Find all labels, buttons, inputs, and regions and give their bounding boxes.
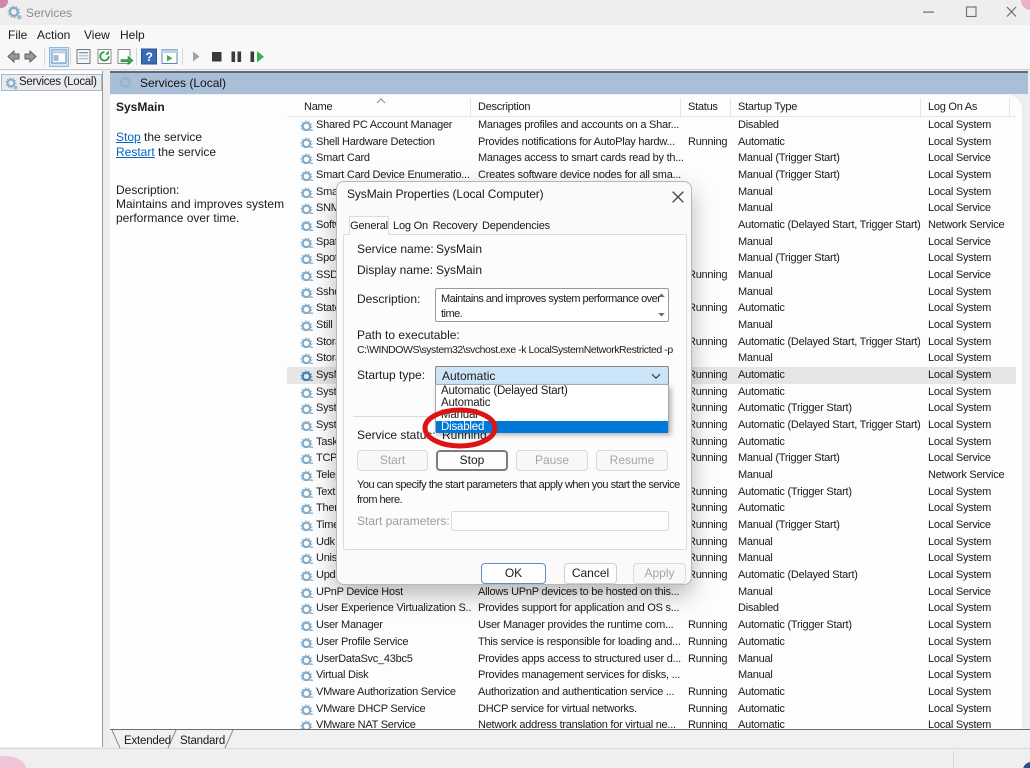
svg-text:Standard: Standard: [180, 735, 225, 747]
svg-text:Extended: Extended: [124, 735, 171, 747]
svg-text:?: ?: [146, 50, 153, 64]
